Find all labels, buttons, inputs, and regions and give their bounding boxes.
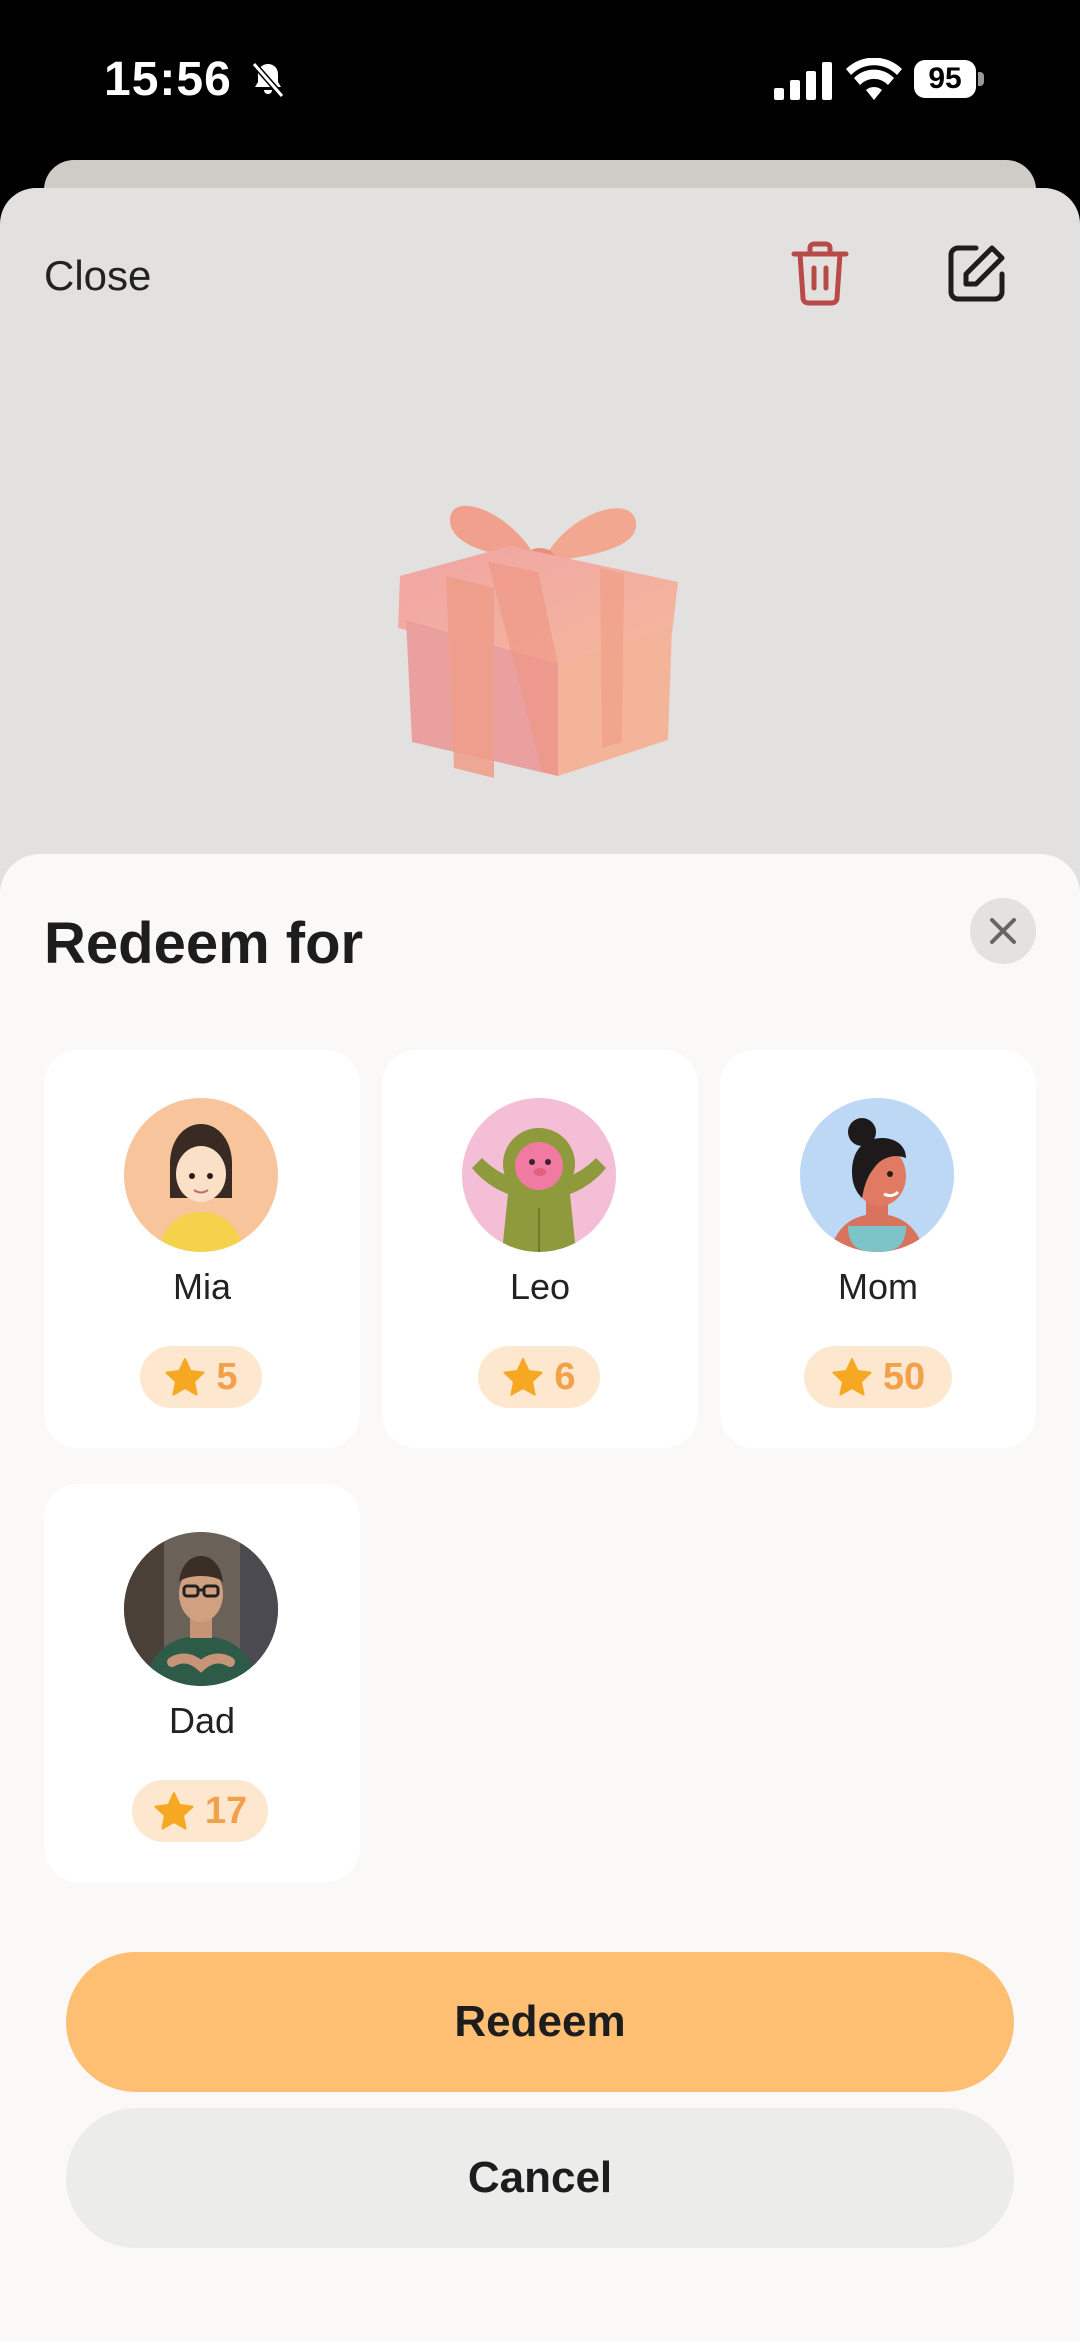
star-count-badge: 50 — [804, 1346, 952, 1408]
redeem-button[interactable]: Redeem — [66, 1952, 1014, 2092]
star-icon — [503, 1358, 544, 1396]
star-count: 6 — [554, 1355, 576, 1398]
bell-slash-icon — [251, 62, 285, 98]
person-card-leo[interactable]: Leo 6 — [382, 1050, 698, 1448]
avatar — [124, 1532, 278, 1686]
gift-icon — [398, 505, 678, 778]
star-count: 17 — [204, 1789, 248, 1832]
status-time: 15:56 — [104, 53, 232, 106]
star-icon — [832, 1358, 872, 1396]
person-card-mia[interactable]: Mia 5 — [44, 1050, 360, 1448]
battery-icon: 95 — [914, 60, 986, 98]
trash-icon[interactable] — [790, 240, 850, 306]
person-name: Mia — [172, 1266, 231, 1307]
avatar — [124, 1098, 278, 1252]
sheet-title: Redeem for — [44, 911, 364, 976]
signal-icon — [774, 62, 832, 100]
person-name: Mom — [838, 1266, 918, 1307]
wifi-icon — [846, 58, 902, 100]
star-icon — [165, 1358, 206, 1396]
star-icon — [154, 1792, 194, 1830]
cancel-button[interactable]: Cancel — [66, 2108, 1014, 2248]
edit-icon[interactable] — [946, 242, 1008, 304]
star-count: 5 — [216, 1355, 238, 1398]
avatar — [800, 1098, 954, 1252]
close-button[interactable]: Close — [44, 252, 151, 300]
person-card-dad[interactable]: Dad 17 — [44, 1484, 360, 1882]
person-card-mom[interactable]: Mom 50 — [720, 1050, 1036, 1448]
star-count-badge: 17 — [132, 1780, 268, 1842]
status-bar: 15:56 95 — [0, 0, 1080, 160]
star-count-badge: 6 — [478, 1346, 600, 1408]
person-name: Dad — [168, 1700, 236, 1741]
avatar — [462, 1098, 616, 1252]
star-count-badge: 5 — [140, 1346, 262, 1408]
star-count: 50 — [882, 1355, 926, 1398]
person-name: Leo — [509, 1266, 571, 1307]
battery-level: 95 — [914, 60, 976, 98]
close-icon[interactable] — [970, 898, 1036, 964]
